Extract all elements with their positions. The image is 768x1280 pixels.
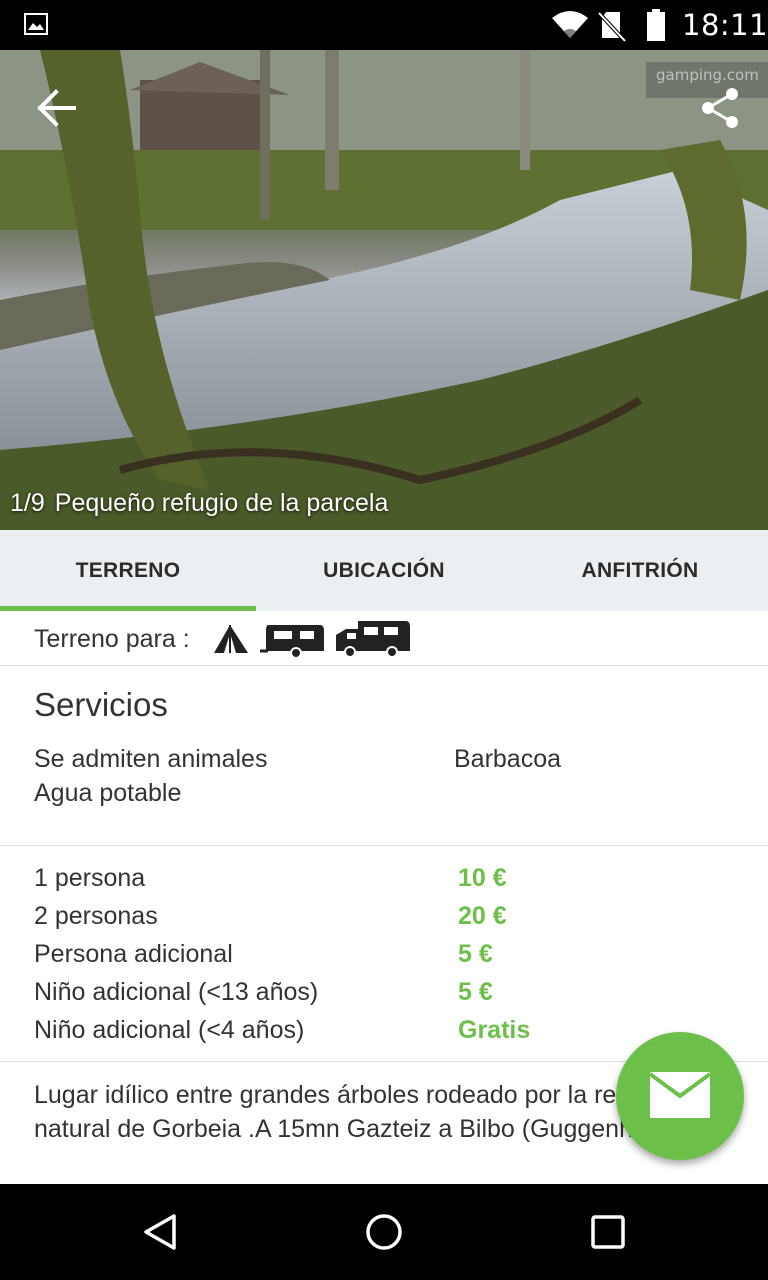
prices-section: 1 persona 10 € 2 personas 20 € Persona a…	[0, 846, 768, 1062]
service-item: Se admiten animales	[34, 745, 268, 773]
service-item: Agua potable	[34, 779, 182, 807]
services-left-column: Se admiten animales Agua potable	[34, 742, 267, 810]
clock: 18:11	[682, 8, 768, 42]
services-title: Servicios	[34, 686, 168, 723]
system-nav-bar	[0, 1184, 768, 1280]
tab-anfitrion[interactable]: ANFITRIÓN	[512, 530, 768, 611]
photo-caption-text: Pequeño refugio de la parcela	[54, 489, 389, 517]
nav-recents-icon[interactable]	[590, 1214, 626, 1250]
camper-van-icon	[336, 621, 410, 658]
price-row: 2 personas 20 €	[0, 902, 768, 940]
forest-stream-photo	[0, 50, 768, 530]
price-label: Persona adicional	[34, 940, 233, 968]
wifi-icon	[552, 11, 588, 38]
price-value: Gratis	[458, 1016, 531, 1044]
status-bar: 18:11	[0, 0, 768, 50]
image-notification-icon	[24, 13, 48, 35]
price-value: 10 €	[458, 864, 507, 892]
price-row: Niño adicional (<13 años) 5 €	[0, 978, 768, 1016]
price-value: 20 €	[458, 902, 507, 930]
price-row: Persona adicional 5 €	[0, 940, 768, 978]
battery-icon	[647, 9, 665, 41]
price-value: 5 €	[458, 940, 493, 968]
price-value: 5 €	[458, 978, 493, 1006]
price-row: 1 persona 10 €	[0, 864, 768, 902]
service-item: Barbacoa	[454, 745, 562, 773]
photo-counter: 1/9	[10, 489, 45, 517]
photo-caption: 1/9 Pequeño refugio de la parcela	[10, 489, 388, 518]
price-label: Niño adicional (<4 años)	[34, 1016, 305, 1044]
terrain-label: Terreno para :	[34, 625, 190, 653]
tab-bar: TERRENO UBICACIÓN ANFITRIÓN	[0, 530, 768, 611]
tab-terreno[interactable]: TERRENO	[0, 530, 256, 611]
contact-host-button[interactable]	[616, 1032, 744, 1160]
price-label: Niño adicional (<13 años)	[34, 978, 319, 1006]
services-section: Servicios Se admiten animales Agua potab…	[0, 666, 768, 846]
tent-icon	[214, 625, 248, 653]
caravan-icon	[260, 625, 324, 659]
back-arrow-icon[interactable]	[32, 84, 80, 132]
nav-back-icon[interactable]	[140, 1212, 180, 1252]
price-label: 2 personas	[34, 902, 158, 930]
services-right-column: Barbacoa	[454, 742, 561, 776]
tab-ubicacion[interactable]: UBICACIÓN	[256, 530, 512, 611]
share-icon[interactable]	[696, 84, 744, 132]
terrain-types-row: Terreno para :	[0, 611, 768, 666]
nav-home-icon[interactable]	[364, 1212, 404, 1252]
price-label: 1 persona	[34, 864, 146, 892]
mail-icon	[650, 1072, 710, 1118]
no-sim-icon	[598, 11, 626, 42]
hero-photo[interactable]: gamping.com 1/9 Pequeño refugio de la par…	[0, 50, 768, 530]
